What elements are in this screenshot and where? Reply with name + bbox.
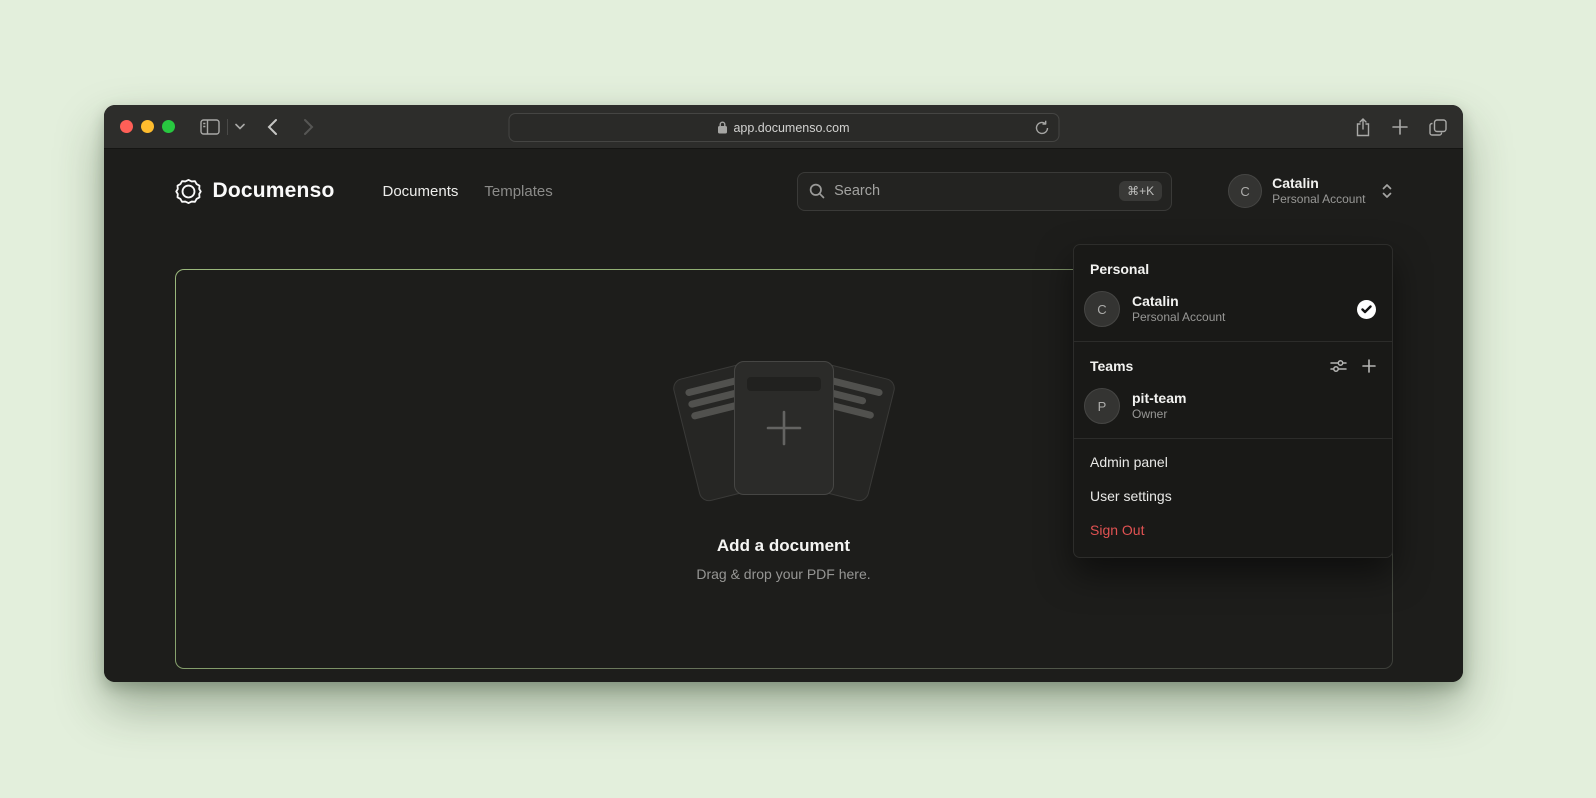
selected-check-icon bbox=[1357, 300, 1376, 319]
document-stack-illustration bbox=[669, 356, 899, 506]
nav-documents[interactable]: Documents bbox=[383, 183, 459, 200]
search-placeholder: Search bbox=[834, 183, 880, 199]
create-team-icon[interactable] bbox=[1362, 359, 1376, 373]
item-subtitle: Personal Account bbox=[1132, 310, 1225, 326]
account-menu-button[interactable]: C Catalin Personal Account bbox=[1228, 174, 1392, 208]
personal-section-label: Personal bbox=[1074, 251, 1392, 283]
account-type: Personal Account bbox=[1272, 192, 1365, 207]
toolbar-divider bbox=[227, 119, 228, 135]
app-header: Documenso Documents Templates Search ⌘+K… bbox=[175, 171, 1393, 211]
manage-teams-icon[interactable] bbox=[1330, 359, 1347, 373]
personal-account-item[interactable]: C Catalin Personal Account bbox=[1074, 283, 1392, 335]
desktop-background: app.documenso.com bbox=[0, 0, 1596, 798]
plus-icon bbox=[735, 362, 833, 494]
search-shortcut-badge: ⌘+K bbox=[1119, 181, 1162, 201]
chevron-up-down-icon bbox=[1381, 183, 1393, 199]
lock-icon bbox=[717, 121, 727, 134]
search-input[interactable]: Search ⌘+K bbox=[797, 172, 1172, 211]
item-name: Catalin bbox=[1132, 292, 1225, 310]
teams-section-label: Teams bbox=[1090, 358, 1133, 374]
item-name: pit-team bbox=[1132, 389, 1186, 407]
avatar: C bbox=[1228, 174, 1262, 208]
menu-divider bbox=[1074, 438, 1392, 439]
url-bar[interactable]: app.documenso.com bbox=[508, 113, 1059, 142]
teams-section-header: Teams bbox=[1074, 348, 1392, 380]
new-tab-icon[interactable] bbox=[1392, 119, 1408, 135]
share-icon[interactable] bbox=[1355, 118, 1371, 137]
account-name: Catalin bbox=[1272, 175, 1365, 193]
item-subtitle: Owner bbox=[1132, 407, 1186, 423]
menu-item-admin-panel[interactable]: Admin panel bbox=[1074, 445, 1392, 479]
primary-nav: Documents Templates bbox=[383, 183, 553, 200]
menu-divider bbox=[1074, 341, 1392, 342]
nav-templates[interactable]: Templates bbox=[484, 183, 552, 200]
reload-icon[interactable] bbox=[1034, 120, 1049, 136]
chevron-down-icon[interactable] bbox=[235, 123, 245, 130]
traffic-lights bbox=[120, 120, 175, 133]
minimize-window-button[interactable] bbox=[141, 120, 154, 133]
forward-button[interactable] bbox=[303, 118, 314, 136]
app-page: Documenso Documents Templates Search ⌘+K… bbox=[104, 171, 1463, 682]
account-dropdown-menu: Personal C Catalin Personal Account Team… bbox=[1073, 244, 1393, 558]
menu-item-user-settings[interactable]: User settings bbox=[1074, 479, 1392, 513]
brand-name: Documenso bbox=[213, 179, 335, 203]
zoom-window-button[interactable] bbox=[162, 120, 175, 133]
sidebar-toggle-icon[interactable] bbox=[200, 119, 220, 135]
document-card-center bbox=[734, 361, 834, 495]
dropzone-subtitle: Drag & drop your PDF here. bbox=[696, 566, 870, 582]
team-item[interactable]: P pit-team Owner bbox=[1074, 380, 1392, 432]
browser-toolbar: app.documenso.com bbox=[104, 105, 1463, 149]
brand[interactable]: Documenso bbox=[175, 178, 335, 205]
documenso-seal-logo-icon bbox=[175, 178, 202, 205]
search-icon bbox=[809, 183, 825, 199]
avatar: P bbox=[1084, 388, 1120, 424]
tab-overview-icon[interactable] bbox=[1429, 119, 1447, 136]
back-button[interactable] bbox=[267, 118, 278, 136]
close-window-button[interactable] bbox=[120, 120, 133, 133]
menu-item-sign-out[interactable]: Sign Out bbox=[1074, 513, 1392, 547]
browser-window: app.documenso.com bbox=[104, 105, 1463, 682]
url-text: app.documenso.com bbox=[733, 121, 849, 135]
avatar: C bbox=[1084, 291, 1120, 327]
dropzone-title: Add a document bbox=[717, 536, 850, 556]
